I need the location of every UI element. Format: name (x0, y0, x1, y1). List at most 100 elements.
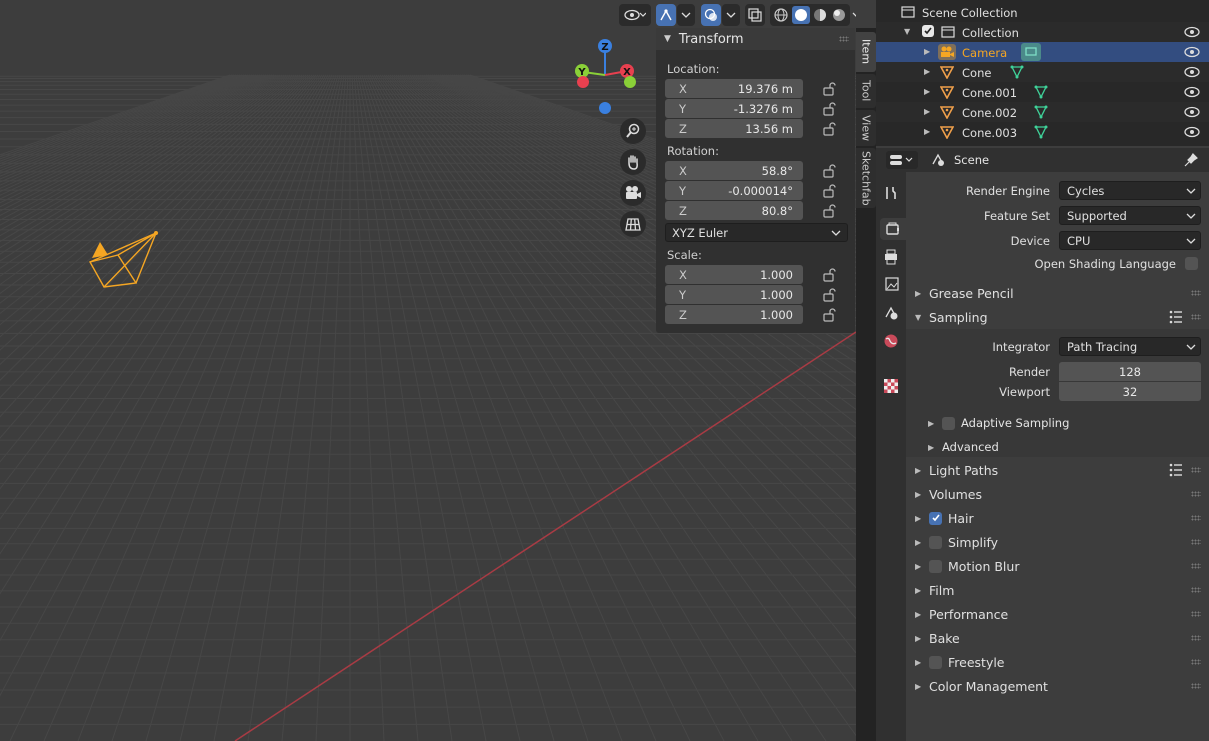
eye-icon[interactable] (1184, 106, 1200, 118)
volumes-panel-header[interactable]: ▶ Volumes (906, 482, 1209, 506)
zoom-button[interactable] (620, 118, 646, 144)
light-paths-panel-header[interactable]: ▶ Light Paths (906, 458, 1209, 482)
mesh-data-icon[interactable] (1034, 105, 1048, 119)
expand-triangle-icon[interactable]: ▶ (924, 107, 930, 116)
presets-list-icon[interactable] (1169, 463, 1183, 477)
hair-panel-header[interactable]: ▶ Hair (906, 506, 1209, 530)
rotation-z-field[interactable]: Z 80.8° (665, 201, 803, 220)
collection-row[interactable]: ▼ Collection (876, 22, 1209, 42)
neg-z-axis-handle[interactable] (599, 102, 611, 114)
neg-x-axis-handle[interactable] (577, 76, 589, 88)
advanced-subpanel[interactable]: ▶ Advanced (928, 440, 999, 454)
drag-handle-icon[interactable] (1191, 515, 1201, 521)
editor-type-button[interactable] (886, 151, 918, 169)
freestyle-panel-header[interactable]: ▶ Freestyle (906, 650, 1209, 674)
tab-scene[interactable] (880, 302, 902, 324)
integrator-select[interactable]: Path Tracing (1059, 337, 1201, 356)
location-z-field[interactable]: Z 13.56 m (665, 119, 803, 138)
outliner-item-camera[interactable]: ▶ Camera (876, 42, 1209, 62)
tab-texture[interactable] (880, 375, 902, 397)
drag-handle-icon[interactable] (1191, 563, 1201, 569)
grease-pencil-panel-header[interactable]: ▶ Grease Pencil (906, 281, 1209, 305)
performance-panel-header[interactable]: ▶ Performance (906, 602, 1209, 626)
unlock-icon[interactable] (822, 122, 836, 136)
hair-checkbox[interactable] (929, 511, 942, 525)
drag-handle-icon[interactable] (1191, 467, 1201, 473)
mesh-data-icon[interactable] (1034, 85, 1048, 99)
tab-render[interactable] (880, 218, 906, 240)
drag-handle-icon[interactable] (1191, 683, 1201, 689)
tab-view-layer[interactable] (880, 274, 902, 296)
viewport-samples-field[interactable]: 32 (1059, 382, 1201, 401)
unlock-icon[interactable] (822, 164, 836, 178)
render-engine-select[interactable]: Cycles (1059, 181, 1201, 200)
simplify-panel-header[interactable]: ▶ Simplify (906, 530, 1209, 554)
shading-dropdown[interactable] (849, 4, 856, 26)
unlock-icon[interactable] (822, 268, 836, 282)
wireframe-shading-icon[interactable] (773, 7, 789, 23)
unlock-icon[interactable] (822, 288, 836, 302)
unlock-icon[interactable] (822, 102, 836, 116)
camera-view-button[interactable] (620, 180, 646, 206)
feature-set-select[interactable]: Supported (1059, 206, 1201, 225)
osl-checkbox[interactable] (1185, 257, 1198, 270)
drag-handle-icon[interactable] (1191, 314, 1201, 320)
bake-panel-header[interactable]: ▶ Bake (906, 626, 1209, 650)
camera-object[interactable] (80, 225, 170, 295)
unlock-icon[interactable] (822, 184, 836, 198)
tab-item[interactable]: Item (856, 32, 876, 72)
drag-handle-icon[interactable] (1191, 587, 1201, 593)
scale-y-field[interactable]: Y 1.000 (665, 285, 803, 304)
tab-world[interactable] (880, 330, 902, 352)
simplify-checkbox[interactable] (929, 535, 942, 549)
unlock-icon[interactable] (822, 308, 836, 322)
tab-tool-settings[interactable] (880, 182, 902, 204)
location-y-field[interactable]: Y -1.3276 m (665, 99, 803, 118)
eye-icon[interactable] (1184, 126, 1200, 138)
expand-triangle-icon[interactable]: ▼ (904, 27, 910, 36)
neg-y-axis-handle[interactable] (624, 76, 636, 88)
outliner-item-cone[interactable]: ▶ Cone (876, 62, 1209, 82)
adaptive-sampling-checkbox[interactable] (942, 416, 955, 430)
outliner-item-cone-001[interactable]: ▶ Cone.001 (876, 82, 1209, 102)
outliner-item-cone-003[interactable]: ▶ Cone.003 (876, 122, 1209, 142)
collection-checkbox[interactable] (922, 25, 934, 37)
drag-handle-icon[interactable] (1191, 539, 1201, 545)
scale-x-field[interactable]: X 1.000 (665, 265, 803, 284)
drag-handle-icon[interactable] (1191, 491, 1201, 497)
3d-viewport[interactable]: Z Y X ▼ Transform Location: Rotation: XY… (0, 0, 856, 741)
eye-icon[interactable] (1184, 66, 1200, 78)
expand-triangle-icon[interactable]: ▶ (924, 87, 930, 96)
material-shading-icon[interactable] (812, 7, 828, 23)
overlay-toggle-button[interactable] (701, 4, 721, 26)
mesh-data-icon[interactable] (1034, 125, 1048, 139)
expand-triangle-icon[interactable]: ▶ (924, 67, 930, 76)
presets-list-icon[interactable] (1169, 310, 1183, 324)
motion-blur-checkbox[interactable] (929, 559, 942, 573)
unlock-icon[interactable] (822, 204, 836, 218)
pan-button[interactable] (620, 149, 646, 175)
adaptive-sampling-subpanel[interactable]: ▶ Adaptive Sampling (928, 416, 1069, 430)
render-samples-field[interactable]: 128 (1059, 362, 1201, 381)
sampling-panel-header[interactable]: ▼ Sampling (906, 305, 1209, 329)
location-x-field[interactable]: X 19.376 m (665, 79, 803, 98)
view-object-types-button[interactable] (619, 4, 651, 26)
solid-shading-icon[interactable] (791, 6, 810, 24)
freestyle-checkbox[interactable] (929, 655, 942, 669)
rotation-y-field[interactable]: Y -0.000014° (665, 181, 803, 200)
expand-triangle-icon[interactable]: ▶ (924, 47, 930, 56)
drag-handle-icon[interactable] (1191, 290, 1201, 296)
tab-tool[interactable]: Tool (856, 74, 876, 108)
navigation-gizmo[interactable]: Z Y X (570, 35, 640, 120)
motion-blur-panel-header[interactable]: ▶ Motion Blur (906, 554, 1209, 578)
device-select[interactable]: CPU (1059, 231, 1201, 250)
overlay-dropdown[interactable] (722, 4, 740, 26)
eye-icon[interactable] (1184, 86, 1200, 98)
scale-z-field[interactable]: Z 1.000 (665, 305, 803, 324)
rotation-mode-select[interactable]: XYZ Euler (665, 223, 848, 242)
shading-mode-group[interactable] (770, 4, 850, 26)
camera-data-icon[interactable] (1021, 43, 1041, 61)
mesh-data-icon[interactable] (1010, 65, 1024, 79)
unlock-icon[interactable] (822, 82, 836, 96)
tab-sketchfab[interactable]: Sketchfab (856, 148, 876, 208)
